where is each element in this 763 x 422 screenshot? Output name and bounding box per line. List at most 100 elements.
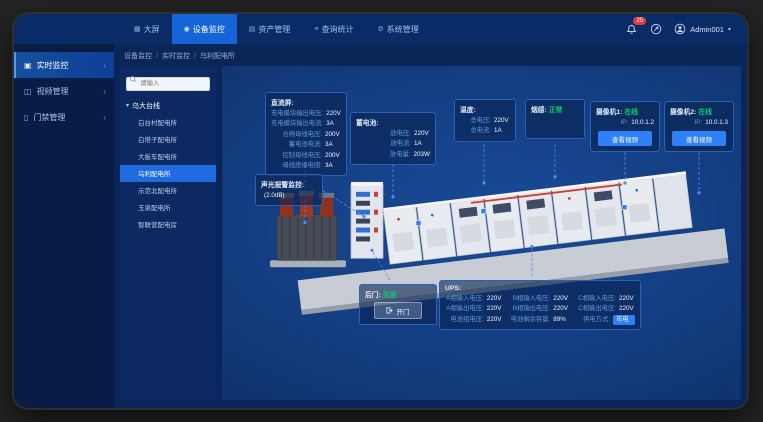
dc-screen-panel: 直流屏: 充电模块输出电压:220V 充电模块输出电流:3A 合闸母线电压:20… (265, 92, 347, 176)
camera1-panel: 摄像机1: 在线 IP:10.0.1.2 查看视频 (590, 101, 660, 152)
metric-value: 220V (326, 109, 342, 119)
notifications-button[interactable]: 25 (624, 22, 638, 36)
camera1-status: 在线 (624, 109, 638, 116)
metric-label: 放电量: (356, 150, 411, 160)
metric-value: 1A (414, 139, 430, 149)
sidebar-item-realtime-monitoring[interactable]: ▣ 实时监控 › (14, 52, 114, 78)
door-status: 关闭 (383, 292, 397, 299)
tree-root-label: 乌大台线 (132, 101, 160, 111)
metric-value: 3A (326, 119, 342, 129)
metric-value: 220V (553, 294, 569, 304)
station-overview-panel: 直流屏: 充电模块输出电压:220V 充电模块输出电流:3A 合闸母线电压:20… (222, 66, 741, 400)
metric-label: C相输出电压: (577, 304, 616, 314)
smoke-sensor-panel: 烟感: 正常 (525, 99, 585, 139)
ups-panel: UPS: A相输入电压:220V B相输入电压:220V C相输入电压:220V… (439, 280, 641, 330)
station-tree-panel: ▾ 乌大台线 白台村配电所 白塔子配电所 大板车配电所 乌利配电所 示范北配电所… (120, 66, 216, 400)
open-door-button[interactable]: 开门 (374, 302, 422, 319)
metric-label: A相输出电压: (445, 304, 484, 314)
realtime-monitor-icon: ▣ (24, 61, 32, 70)
tree-item-station[interactable]: 玉泉配电所 (120, 199, 216, 216)
metric-value: 220V (619, 304, 635, 314)
metric-label: 电池组电压: (445, 315, 484, 325)
metric-value: 220V (487, 294, 503, 304)
nav-item-label: 查询统计 (321, 24, 353, 35)
breadcrumb-item[interactable]: 实时监控 (162, 51, 190, 61)
metric-value: 200V (325, 130, 341, 140)
metric-value: 203W (414, 150, 430, 160)
app-window: ▦ 大屏 ◉ 设备监控 ▤ 资产管理 ≡ 查询统计 ⚙ 系统管理 25 (14, 14, 747, 408)
tree-item-station-selected[interactable]: 乌利配电所 (120, 165, 216, 182)
panel-title: 声光报警监控: (261, 179, 317, 189)
metric-label: C相输入电压: (577, 294, 616, 304)
tree-item-station[interactable]: 大板车配电所 (120, 148, 216, 165)
topbar-right-controls: 25 Admin001 ▾ (624, 14, 747, 44)
camera2-status: 在线 (698, 109, 712, 116)
nav-item-label: 资产管理 (258, 24, 290, 35)
ip-label: IP: (596, 118, 628, 128)
metric-value: 3A (325, 140, 341, 150)
top-navigation-bar: ▦ 大屏 ◉ 设备监控 ▤ 资产管理 ≡ 查询统计 ⚙ 系统管理 25 (14, 14, 747, 44)
open-door-label: 开门 (396, 306, 409, 316)
panel-title: 摄像机2: (670, 109, 696, 116)
metric-label: 总电压: (460, 116, 491, 126)
nav-item-dashboard[interactable]: ▦ 大屏 (122, 14, 172, 44)
fullscreen-icon (650, 23, 662, 35)
metric-label: B相输出电压: (511, 304, 551, 314)
breadcrumb-item[interactable]: 设备监控 (124, 51, 152, 61)
nav-item-device-monitoring[interactable]: ◉ 设备监控 (172, 14, 237, 44)
nav-item-asset-management[interactable]: ▤ 资产管理 (237, 14, 303, 44)
breadcrumb-separator: / (156, 53, 158, 60)
metric-value: 1A (494, 126, 510, 136)
dashboard-icon: ▦ (134, 25, 141, 33)
door-panel: 后门: 关闭 开门 (359, 284, 437, 325)
nav-item-label: 设备监控 (193, 24, 225, 35)
fullscreen-button[interactable] (649, 22, 663, 36)
metric-value: 220V (487, 304, 503, 314)
nav-item-system-management[interactable]: ⚙ 系统管理 (365, 14, 430, 44)
metric-label: 放电压: (356, 129, 411, 139)
tree-item-station[interactable]: 示范北配电所 (120, 182, 216, 199)
user-menu[interactable]: Admin001 ▾ (674, 23, 731, 35)
gear-icon: ⚙ (377, 25, 383, 33)
metric-value: 89% (553, 315, 569, 325)
metric-label: B相输入电压: (511, 294, 551, 304)
video-icon: ◫ (24, 87, 32, 96)
monitor-icon: ◉ (184, 25, 190, 33)
panel-title: 烟感: (531, 107, 547, 114)
ip-value: 10.0.1.2 (631, 118, 654, 128)
metric-label: A相输入电压: (445, 294, 484, 304)
nav-item-label: 系统管理 (387, 24, 419, 35)
battery-panel: 蓄电池: 放电压:220V 放电流:1A 放电量:203W (350, 112, 436, 165)
temperature-panel: 温度: 总电压:220V 总电流:1A (454, 99, 516, 142)
sound-light-alarm-panel: 声光报警监控: (2.0dB) (255, 174, 323, 206)
nav-item-query-statistics[interactable]: ≡ 查询统计 (302, 14, 365, 44)
tree-item-station[interactable]: 白塔子配电所 (120, 131, 216, 148)
metric-label: 母线绝缘电阻: (271, 161, 322, 171)
ip-label: IP: (670, 118, 702, 128)
chevron-right-icon: › (103, 87, 106, 96)
left-sidebar: ▣ 实时监控 › ◫ 视频管理 › ▯ 门禁管理 › (14, 44, 114, 408)
bell-icon (626, 24, 637, 35)
view-video-button[interactable]: 查看视频 (672, 131, 727, 146)
metric-label: 合闸母线电压: (271, 130, 322, 140)
tree-item-station[interactable]: 智联营配电房 (120, 216, 216, 233)
view-video-button[interactable]: 查看视频 (598, 131, 653, 146)
panel-title: UPS: (445, 285, 635, 292)
station-search-input[interactable] (126, 77, 210, 91)
breadcrumb-separator: / (194, 53, 196, 60)
sidebar-item-access-control[interactable]: ▯ 门禁管理 › (14, 104, 114, 130)
chevron-right-icon: › (103, 113, 106, 122)
ip-value: 10.0.1.3 (705, 118, 728, 128)
panel-title: 温度: (460, 104, 510, 114)
chevron-right-icon: › (103, 61, 106, 70)
asset-icon: ▤ (249, 25, 256, 33)
tree-item-station[interactable]: 白台村配电所 (120, 114, 216, 131)
sidebar-item-video-management[interactable]: ◫ 视频管理 › (14, 78, 114, 104)
metric-value: 220V (487, 315, 503, 325)
tree-root-line[interactable]: ▾ 乌大台线 (120, 99, 216, 114)
search-icon (129, 75, 137, 83)
breadcrumb: 设备监控 / 实时监控 / 乌利配电所 (114, 44, 747, 64)
metric-label: 供电方式: (577, 315, 610, 325)
door-open-icon (386, 307, 393, 314)
metric-label: 控制母线电压: (271, 151, 322, 161)
